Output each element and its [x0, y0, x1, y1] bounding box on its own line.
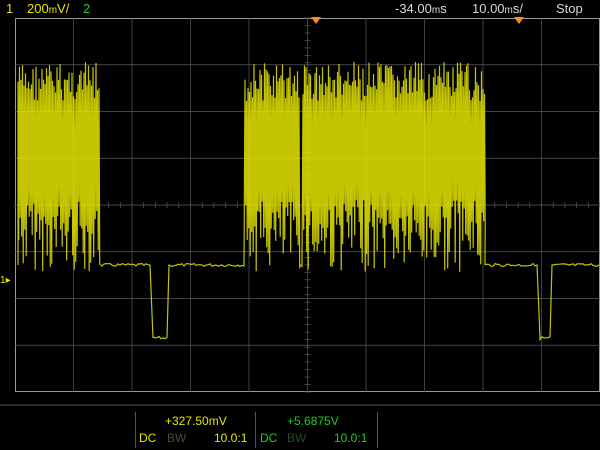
time-reference-marker-icon	[514, 17, 524, 24]
panel-divider	[377, 412, 378, 448]
panel-divider	[255, 412, 256, 448]
ch2-probe-ratio[interactable]: 10.0:1	[334, 431, 367, 445]
ch2-bandwidth-limit[interactable]: BW	[287, 431, 306, 445]
ch1-coupling[interactable]: DC	[139, 431, 156, 445]
ch2-label[interactable]: 2	[83, 0, 90, 18]
run-state[interactable]: Stop	[556, 0, 583, 18]
ch1-bandwidth-limit[interactable]: BW	[167, 431, 186, 445]
ch1-ground-marker-icon[interactable]: 1▸	[0, 276, 11, 286]
ch1-probe-ratio[interactable]: 10.0:1	[214, 431, 247, 445]
trigger-position-marker-icon	[311, 17, 321, 24]
ch2-offset[interactable]: +5.6875V	[287, 414, 339, 428]
ch1-label[interactable]: 1	[6, 0, 13, 18]
oscilloscope-display	[0, 17, 600, 406]
ch1-vertical-scale[interactable]: 200mV/	[27, 0, 69, 20]
horizontal-delay[interactable]: -34.00ms	[395, 0, 447, 20]
ch1-waveform-path	[17, 61, 600, 342]
panel-divider	[135, 412, 136, 448]
status-bar: 1 200mV/ 2 -34.00ms 10.00ms/ Stop	[0, 0, 600, 18]
ch1-waveform-trace	[17, 61, 600, 342]
ch2-coupling[interactable]: DC	[260, 431, 277, 445]
ch1-offset[interactable]: +327.50mV	[165, 414, 227, 428]
